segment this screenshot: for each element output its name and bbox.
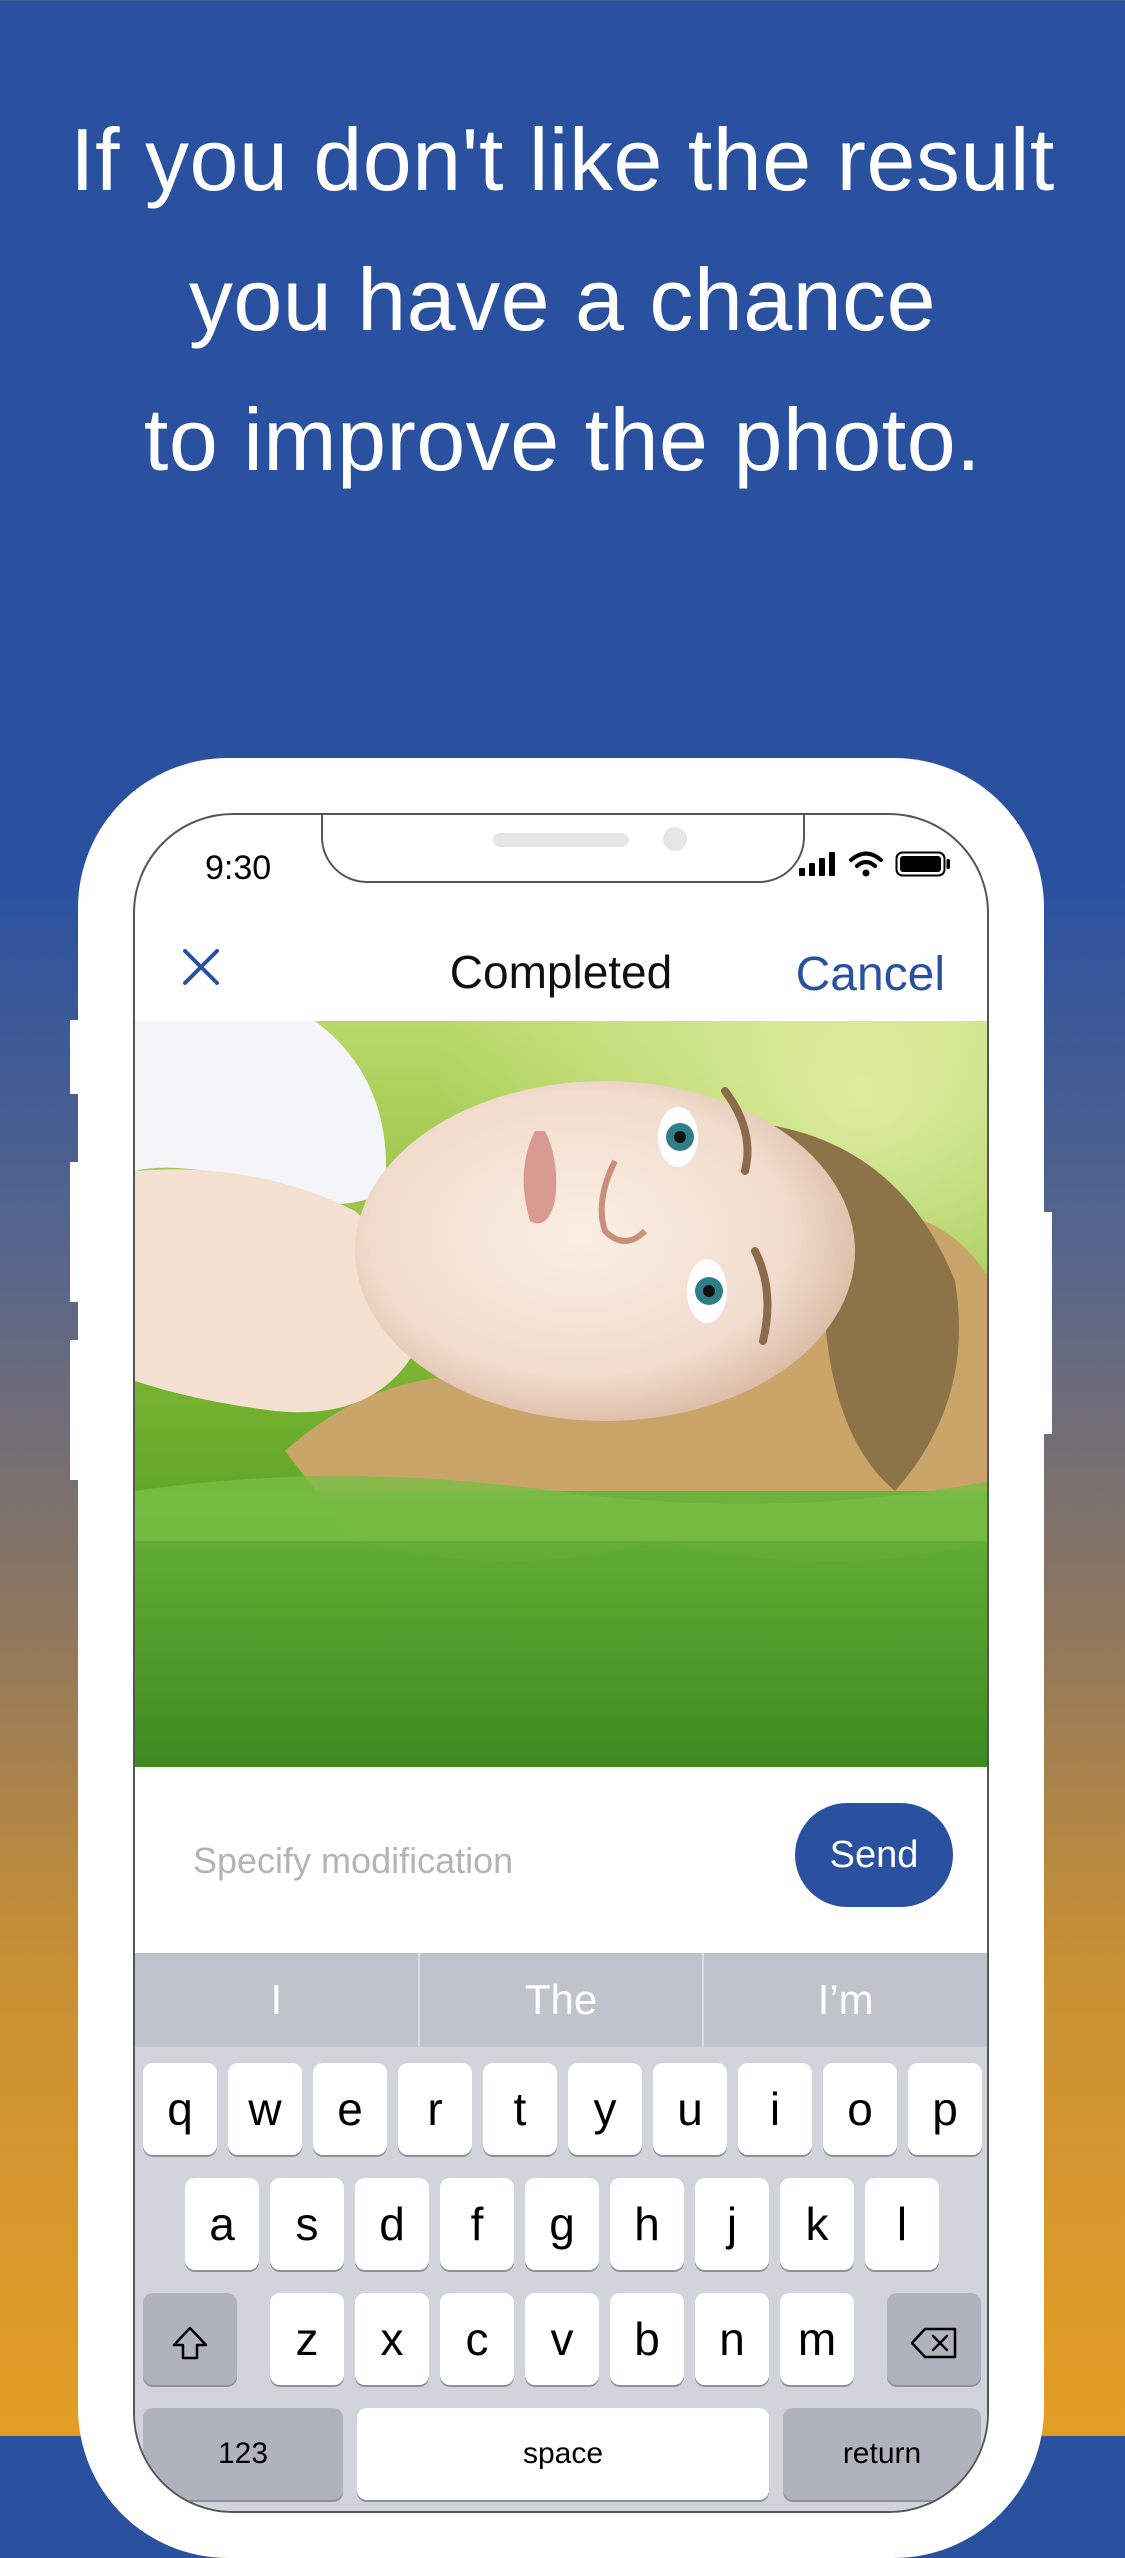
key-k[interactable]: k [780, 2178, 854, 2270]
key-d[interactable]: d [355, 2178, 429, 2270]
key-j[interactable]: j [695, 2178, 769, 2270]
key-w[interactable]: w [228, 2063, 302, 2155]
key-b[interactable]: b [610, 2293, 684, 2385]
delete-key[interactable] [887, 2293, 981, 2385]
suggestion-3[interactable]: I’m [704, 1953, 987, 2047]
navigation-bar: Completed Cancel [135, 915, 987, 1021]
key-f[interactable]: f [440, 2178, 514, 2270]
key-s[interactable]: s [270, 2178, 344, 2270]
key-y[interactable]: y [568, 2063, 642, 2155]
power-button [1038, 1212, 1052, 1434]
modification-row: Send [135, 1767, 987, 1953]
key-c[interactable]: c [440, 2293, 514, 2385]
headline-line-2: you have a chance [188, 250, 937, 349]
key-v[interactable]: v [525, 2293, 599, 2385]
keyboard: I The I’m q w e r t y u i o p a s d f g … [135, 1953, 987, 2511]
status-time: 9:30 [205, 849, 272, 887]
signal-icon [799, 852, 835, 876]
shift-icon [172, 2326, 208, 2360]
return-key[interactable]: return [783, 2408, 981, 2500]
send-button[interactable]: Send [795, 1803, 953, 1907]
mute-switch [70, 1020, 84, 1094]
notch [321, 815, 805, 883]
headline-line-3: to improve the photo. [143, 390, 982, 489]
delete-icon [910, 2327, 957, 2359]
suggestion-1[interactable]: I [135, 1953, 420, 2047]
battery-icon [895, 851, 950, 877]
volume-up-button [70, 1162, 84, 1302]
suggestion-bar: I The I’m [135, 1953, 987, 2047]
modification-input[interactable] [191, 1835, 755, 1887]
speaker-grille [493, 833, 629, 847]
key-e[interactable]: e [313, 2063, 387, 2155]
key-z[interactable]: z [270, 2293, 344, 2385]
shift-key[interactable] [143, 2293, 237, 2385]
front-camera [663, 827, 687, 851]
key-m[interactable]: m [780, 2293, 854, 2385]
key-q[interactable]: q [143, 2063, 217, 2155]
key-o[interactable]: o [823, 2063, 897, 2155]
headline: If you don't like the result you have a … [0, 90, 1125, 510]
key-t[interactable]: t [483, 2063, 557, 2155]
cancel-button[interactable]: Cancel [796, 947, 945, 1002]
result-photo [135, 1021, 987, 1767]
key-i[interactable]: i [738, 2063, 812, 2155]
key-p[interactable]: p [908, 2063, 982, 2155]
numbers-key[interactable]: 123 [143, 2408, 343, 2500]
headline-line-1: If you don't like the result [70, 110, 1055, 209]
key-a[interactable]: a [185, 2178, 259, 2270]
key-h[interactable]: h [610, 2178, 684, 2270]
status-icons [799, 851, 951, 877]
wifi-icon [849, 851, 883, 877]
key-u[interactable]: u [653, 2063, 727, 2155]
photo-illustration [135, 1021, 987, 1767]
phone-screen: 9:30 Completed Cancel Specify modificati… [133, 813, 989, 2513]
key-g[interactable]: g [525, 2178, 599, 2270]
volume-down-button [70, 1340, 84, 1480]
key-l[interactable]: l [865, 2178, 939, 2270]
key-r[interactable]: r [398, 2063, 472, 2155]
key-x[interactable]: x [355, 2293, 429, 2385]
key-n[interactable]: n [695, 2293, 769, 2385]
suggestion-2[interactable]: The [420, 1953, 705, 2047]
space-key[interactable]: space [357, 2408, 769, 2500]
